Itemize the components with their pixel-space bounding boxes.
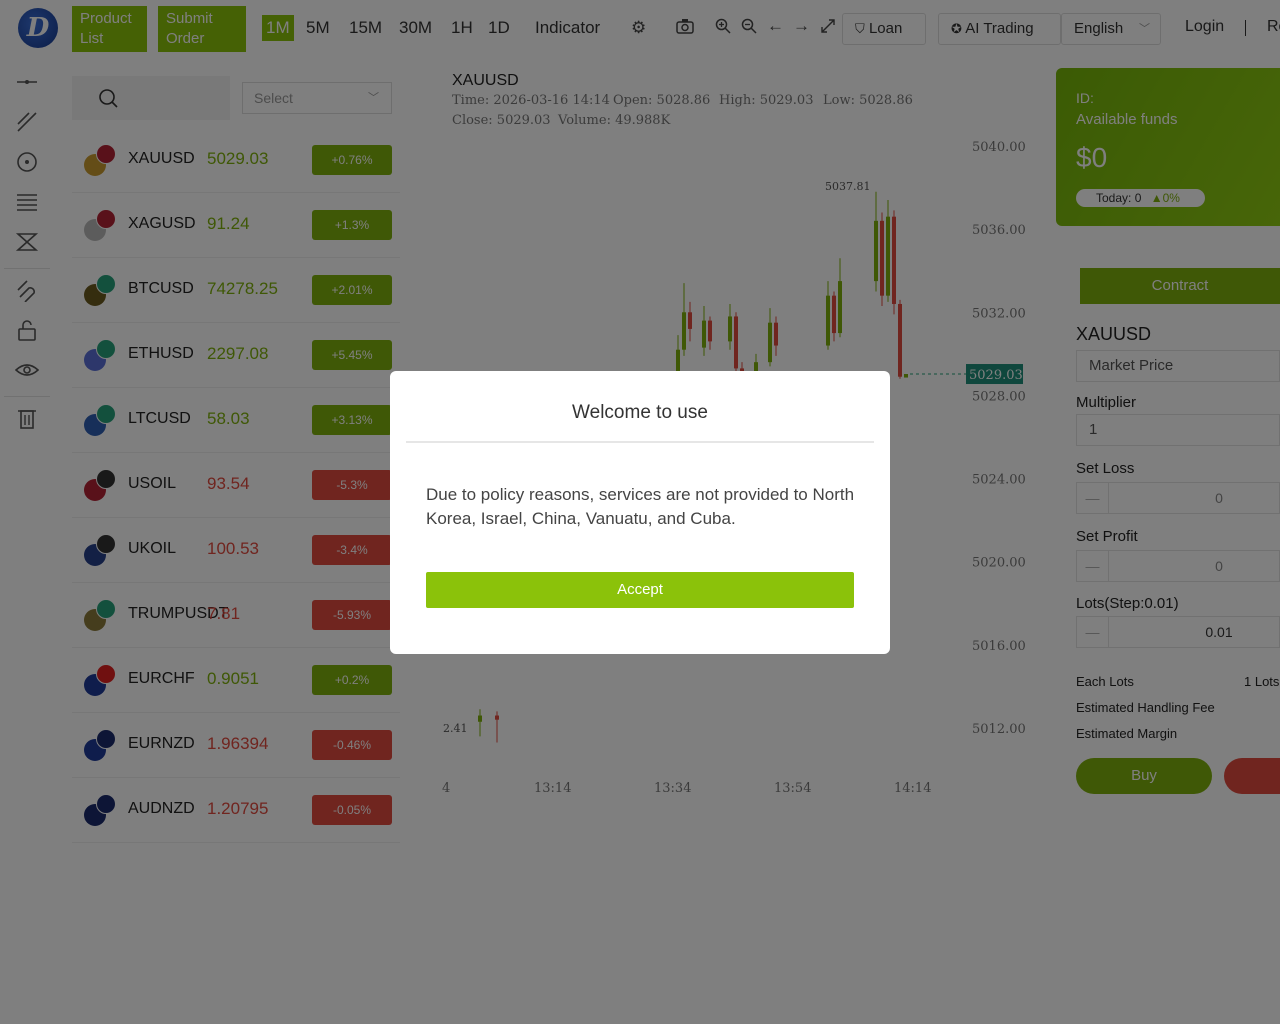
accept-button[interactable]: Accept (426, 572, 854, 608)
dialog-divider (406, 441, 874, 443)
dialog-title: Welcome to use (572, 402, 708, 423)
dialog-message: Due to policy reasons, services are not … (426, 485, 855, 528)
welcome-dialog: Welcome to use Due to policy reasons, se… (390, 371, 890, 654)
